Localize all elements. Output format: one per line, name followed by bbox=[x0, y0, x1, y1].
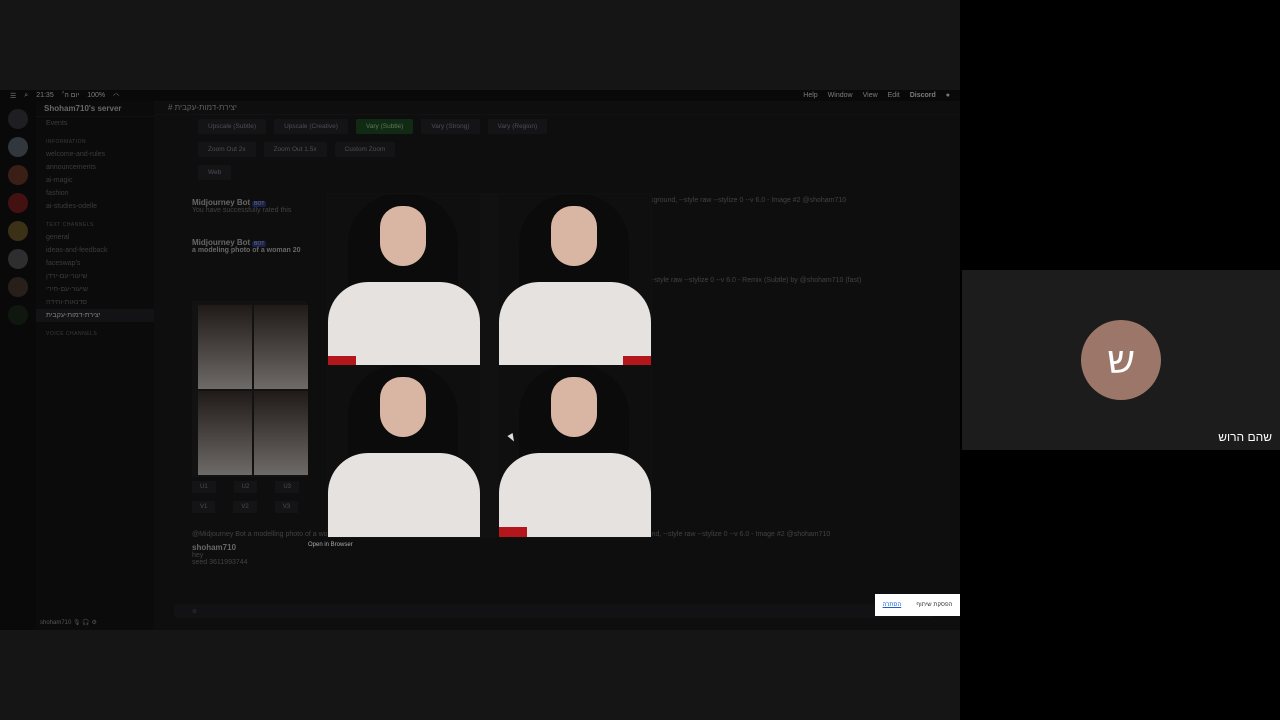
photo-subject bbox=[499, 453, 651, 537]
screen-share-pane: ☰ ⌕ 21:35 יום ה׳ 100% ◠ Help Window View… bbox=[0, 0, 960, 720]
sharing-notice: הפסקת שיתוף הסתרה bbox=[875, 594, 960, 616]
lightbox-image-4[interactable] bbox=[499, 365, 651, 537]
photo-subject bbox=[499, 527, 527, 537]
participant-avatar: ש bbox=[1081, 320, 1161, 400]
meeting-stage: ☰ ⌕ 21:35 יום ה׳ 100% ◠ Help Window View… bbox=[0, 0, 1280, 720]
participant-tile[interactable]: ש שהם הרוש bbox=[962, 270, 1280, 450]
photo-subject bbox=[551, 377, 597, 437]
stop-sharing-button[interactable]: הפסקת שיתוף bbox=[916, 602, 952, 608]
photo-subject bbox=[328, 453, 480, 537]
photo-subject bbox=[551, 206, 597, 266]
open-in-browser-link[interactable]: Open in Browser bbox=[308, 542, 353, 548]
lightbox-image-2[interactable] bbox=[499, 194, 651, 366]
photo-subject bbox=[380, 206, 426, 266]
photo-subject bbox=[380, 377, 426, 437]
hide-sharing-notice-link[interactable]: הסתרה bbox=[883, 602, 902, 608]
photo-subject bbox=[499, 282, 651, 366]
image-lightbox bbox=[327, 193, 652, 538]
lightbox-image-3[interactable] bbox=[328, 365, 480, 537]
participant-name: שהם הרוש bbox=[1218, 430, 1272, 444]
lightbox-image-1[interactable] bbox=[328, 194, 480, 366]
photo-subject bbox=[328, 282, 480, 366]
